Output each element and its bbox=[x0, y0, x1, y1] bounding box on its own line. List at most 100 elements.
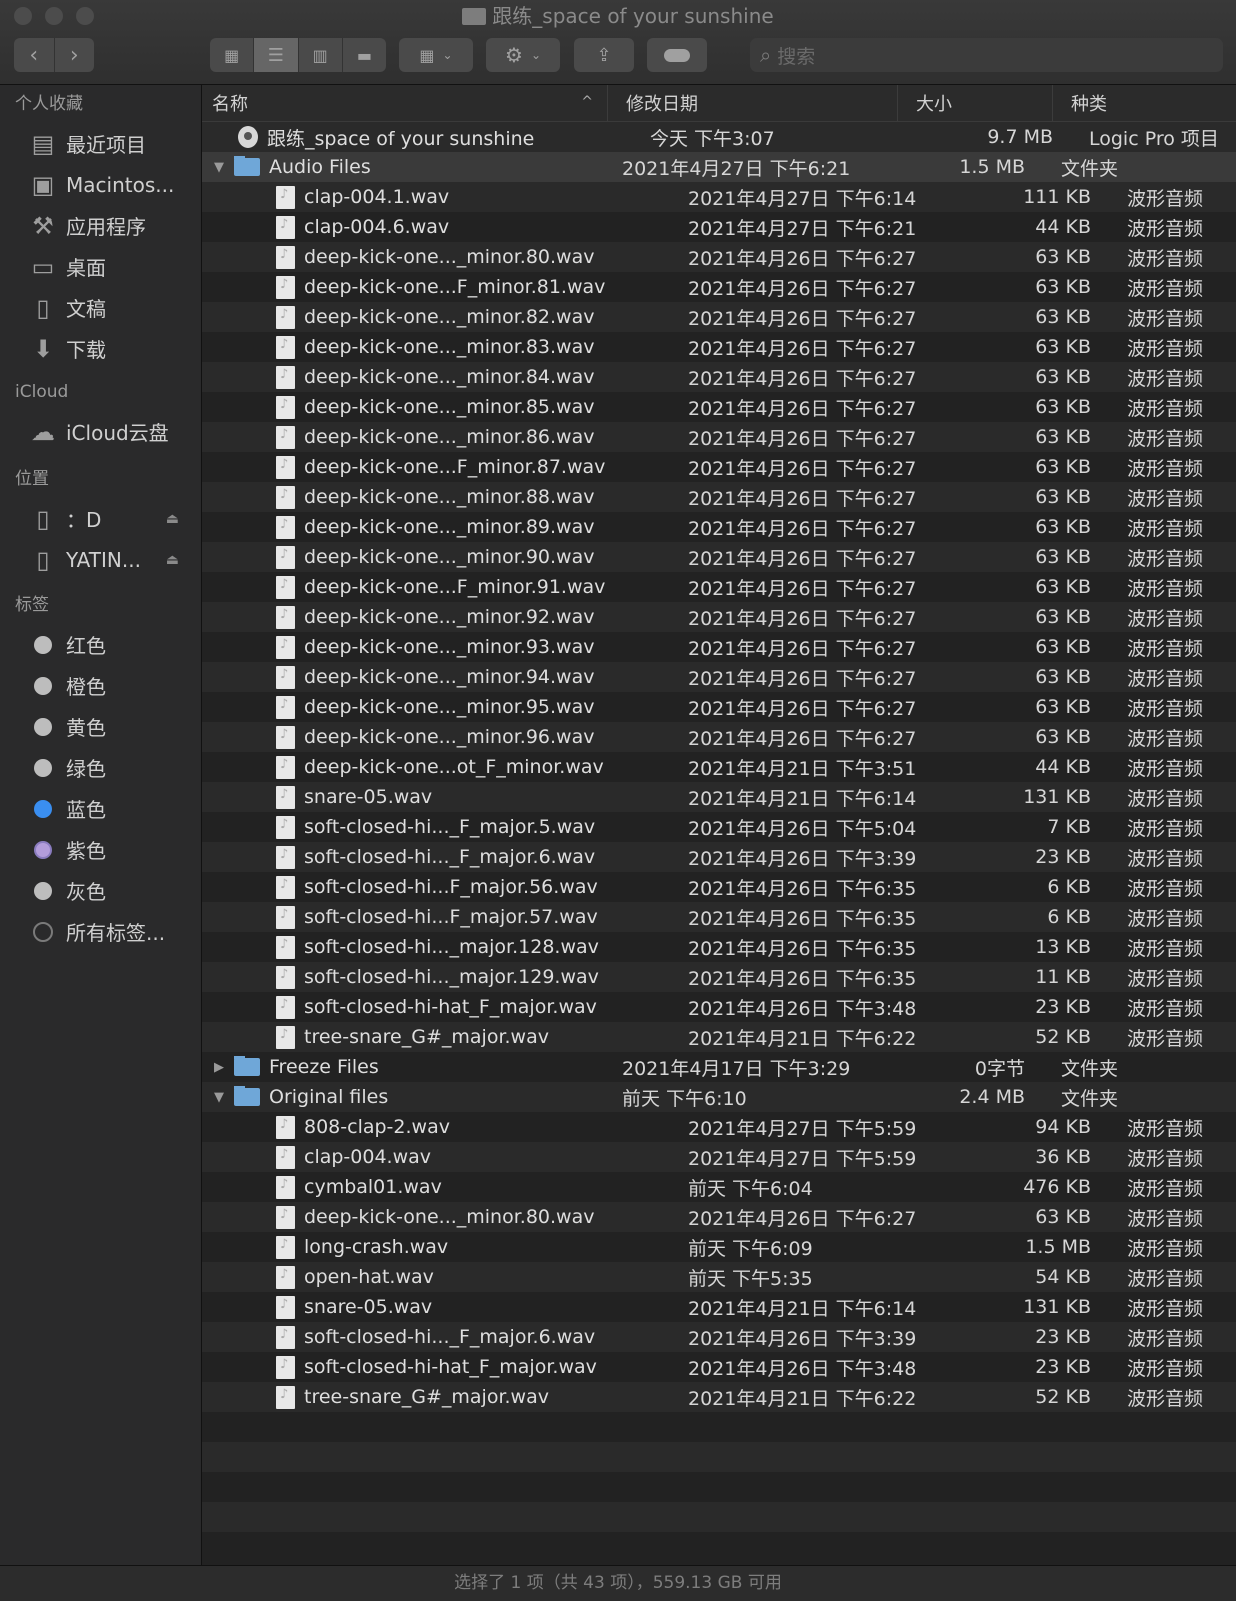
action-button[interactable]: ⚙ ⌄ bbox=[486, 38, 560, 72]
file-name-cell: deep-kick-one..._minor.86.wav bbox=[202, 425, 680, 449]
sidebar-tag-item[interactable]: 所有标签... bbox=[0, 911, 201, 952]
sidebar-tag-item[interactable]: 黄色 bbox=[0, 706, 201, 747]
file-row[interactable]: tree-snare_G#_major.wav 2021年4月21日 下午6:22… bbox=[202, 1022, 1236, 1052]
file-row[interactable]: soft-closed-hi...F_major.56.wav 2021年4月26… bbox=[202, 872, 1236, 902]
file-name: soft-closed-hi-hat_F_major.wav bbox=[304, 1356, 597, 1378]
file-date: 2021年4月26日 下午6:27 bbox=[688, 607, 917, 630]
file-row[interactable]: snare-05.wav 2021年4月21日 下午6:14 131 KB 波形音频 bbox=[202, 1292, 1236, 1322]
file-row[interactable]: ▼ Audio Files 2021年4月27日 下午6:21 1.5 MB 文件夹 bbox=[202, 152, 1236, 182]
file-name-cell: deep-kick-one..._minor.92.wav bbox=[202, 605, 680, 629]
file-row[interactable]: soft-closed-hi..._F_major.6.wav 2021年4月26… bbox=[202, 1322, 1236, 1352]
file-size: 11 KB bbox=[1035, 966, 1091, 988]
file-row[interactable]: deep-kick-one..._minor.83.wav 2021年4月26日 … bbox=[202, 332, 1236, 362]
sidebar-tag-item[interactable]: 橙色 bbox=[0, 665, 201, 706]
file-row[interactable]: soft-closed-hi..._F_major.5.wav 2021年4月26… bbox=[202, 812, 1236, 842]
sidebar-tag-item[interactable]: 蓝色 bbox=[0, 788, 201, 829]
sidebar-item[interactable]: ▯ ：D ⏏ bbox=[0, 498, 201, 539]
sidebar-tag-item[interactable]: 紫色 bbox=[0, 829, 201, 870]
file-name-cell: open-hat.wav bbox=[202, 1265, 680, 1289]
file-size: 63 KB bbox=[1035, 306, 1091, 328]
file-row[interactable]: deep-kick-one..._minor.88.wav 2021年4月26日 … bbox=[202, 482, 1236, 512]
file-row[interactable]: deep-kick-one..._minor.80.wav 2021年4月26日 … bbox=[202, 1202, 1236, 1232]
group-button[interactable]: ▦ ⌄ bbox=[399, 38, 473, 72]
columns-icon: ▥ bbox=[312, 45, 328, 65]
list-view-button[interactable]: ☰ bbox=[254, 38, 299, 72]
sidebar-tag-item[interactable]: 灰色 bbox=[0, 870, 201, 911]
share-button[interactable]: ⇪ bbox=[574, 38, 634, 72]
file-row[interactable]: deep-kick-one...F_minor.87.wav 2021年4月26日… bbox=[202, 452, 1236, 482]
file-date: 2021年4月26日 下午6:27 bbox=[688, 307, 917, 330]
sidebar-item[interactable]: ▭ 桌面 bbox=[0, 246, 201, 287]
file-kind: 波形音频 bbox=[1127, 787, 1204, 810]
file-row[interactable]: clap-004.6.wav 2021年4月27日 下午6:21 44 KB 波形音频 bbox=[202, 212, 1236, 242]
file-row[interactable]: deep-kick-one...ot_F_minor.wav 2021年4月21日… bbox=[202, 752, 1236, 782]
file-row[interactable]: cymbal01.wav 前天 下午6:04 476 KB 波形音频 bbox=[202, 1172, 1236, 1202]
column-view-button[interactable]: ▥ bbox=[299, 38, 343, 72]
column-header-date[interactable]: 修改日期 bbox=[608, 85, 898, 121]
file-row[interactable]: 808-clap-2.wav 2021年4月27日 下午5:59 94 KB 波形音频 bbox=[202, 1112, 1236, 1142]
eject-icon[interactable]: ⏏ bbox=[166, 511, 179, 527]
sidebar-item[interactable]: ▯ 文稿 bbox=[0, 287, 201, 328]
sidebar-tag-item[interactable]: 绿色 bbox=[0, 747, 201, 788]
file-row[interactable]: deep-kick-one..._minor.94.wav 2021年4月26日 … bbox=[202, 662, 1236, 692]
gallery-view-button[interactable]: ▬ bbox=[343, 38, 386, 72]
file-row[interactable]: deep-kick-one..._minor.92.wav 2021年4月26日 … bbox=[202, 602, 1236, 632]
file-row[interactable]: deep-kick-one..._minor.80.wav 2021年4月26日 … bbox=[202, 242, 1236, 272]
file-date: 2021年4月27日 下午6:14 bbox=[688, 187, 917, 210]
file-row[interactable]: deep-kick-one..._minor.95.wav 2021年4月26日 … bbox=[202, 692, 1236, 722]
file-date: 2021年4月27日 下午5:59 bbox=[688, 1117, 917, 1140]
file-row[interactable]: long-crash.wav 前天 下午6:09 1.5 MB 波形音频 bbox=[202, 1232, 1236, 1262]
file-row[interactable]: deep-kick-one..._minor.89.wav 2021年4月26日 … bbox=[202, 512, 1236, 542]
file-row[interactable]: deep-kick-one..._minor.86.wav 2021年4月26日 … bbox=[202, 422, 1236, 452]
audio-file-icon bbox=[276, 215, 295, 239]
file-row[interactable]: soft-closed-hi..._F_major.6.wav 2021年4月26… bbox=[202, 842, 1236, 872]
file-row[interactable]: deep-kick-one...F_minor.81.wav 2021年4月26日… bbox=[202, 272, 1236, 302]
column-header-name[interactable]: 名称 ^ bbox=[202, 85, 608, 121]
gallery-icon: ▬ bbox=[356, 45, 372, 65]
file-row[interactable]: soft-closed-hi-hat_F_major.wav 2021年4月26日… bbox=[202, 992, 1236, 1022]
sidebar-tag-item[interactable]: 红色 bbox=[0, 624, 201, 665]
sidebar-item[interactable]: ☁ iCloud云盘 bbox=[0, 411, 201, 452]
file-row[interactable]: deep-kick-one..._minor.82.wav 2021年4月26日 … bbox=[202, 302, 1236, 332]
file-name: deep-kick-one..._minor.95.wav bbox=[304, 696, 595, 718]
file-row[interactable]: clap-004.wav 2021年4月27日 下午5:59 36 KB 波形音频 bbox=[202, 1142, 1236, 1172]
file-row[interactable]: 跟练_space of your sunshine 今天 下午3:07 9.7 MB… bbox=[202, 122, 1236, 152]
file-row[interactable]: soft-closed-hi..._major.128.wav 2021年4月26… bbox=[202, 932, 1236, 962]
file-row[interactable]: deep-kick-one..._minor.96.wav 2021年4月26日 … bbox=[202, 722, 1236, 752]
file-kind: 波形音频 bbox=[1127, 937, 1204, 960]
file-row[interactable]: snare-05.wav 2021年4月21日 下午6:14 131 KB 波形音频 bbox=[202, 782, 1236, 812]
disclosure-collapsed-icon[interactable]: ▶ bbox=[210, 1060, 228, 1075]
file-row[interactable]: deep-kick-one..._minor.85.wav 2021年4月26日 … bbox=[202, 392, 1236, 422]
column-header-kind[interactable]: 种类 bbox=[1053, 85, 1236, 121]
file-row[interactable]: ▶ Freeze Files 2021年4月17日 下午3:29 0字节 文件夹 bbox=[202, 1052, 1236, 1082]
file-name: deep-kick-one..._minor.88.wav bbox=[304, 486, 595, 508]
file-kind: 波形音频 bbox=[1127, 1387, 1204, 1410]
eject-icon[interactable]: ⏏ bbox=[166, 552, 179, 568]
disclosure-expanded-icon[interactable]: ▼ bbox=[210, 1090, 228, 1105]
search-field[interactable]: ⌕ 搜索 bbox=[750, 38, 1223, 72]
file-row[interactable]: deep-kick-one..._minor.84.wav 2021年4月26日 … bbox=[202, 362, 1236, 392]
sidebar-item[interactable]: ▤ 最近项目 bbox=[0, 123, 201, 164]
sidebar-item[interactable]: ⬇ 下载 bbox=[0, 328, 201, 369]
icon-view-button[interactable]: ▦ bbox=[210, 38, 255, 72]
file-row[interactable]: open-hat.wav 前天 下午5:35 54 KB 波形音频 bbox=[202, 1262, 1236, 1292]
file-rows: 跟练_space of your sunshine 今天 下午3:07 9.7 MB… bbox=[202, 122, 1236, 1562]
file-row[interactable]: deep-kick-one..._minor.90.wav 2021年4月26日 … bbox=[202, 542, 1236, 572]
tags-button[interactable] bbox=[647, 38, 707, 72]
forward-button[interactable]: › bbox=[55, 38, 95, 72]
file-row[interactable]: tree-snare_G#_major.wav 2021年4月21日 下午6:22… bbox=[202, 1382, 1236, 1412]
file-row[interactable]: deep-kick-one..._minor.93.wav 2021年4月26日 … bbox=[202, 632, 1236, 662]
column-header-size[interactable]: 大小 bbox=[898, 85, 1053, 121]
file-row[interactable]: soft-closed-hi-hat_F_major.wav 2021年4月26日… bbox=[202, 1352, 1236, 1382]
disclosure-expanded-icon[interactable]: ▼ bbox=[210, 160, 228, 175]
sidebar-item[interactable]: ▣ Macintos... bbox=[0, 164, 201, 205]
file-row[interactable]: clap-004.1.wav 2021年4月27日 下午6:14 111 KB 波形音… bbox=[202, 182, 1236, 212]
back-button[interactable]: ‹ bbox=[14, 38, 55, 72]
file-row[interactable]: ▼ Original files 前天 下午6:10 2.4 MB 文件夹 bbox=[202, 1082, 1236, 1112]
file-row[interactable]: soft-closed-hi..._major.129.wav 2021年4月26… bbox=[202, 962, 1236, 992]
file-row[interactable]: deep-kick-one...F_minor.91.wav 2021年4月26日… bbox=[202, 572, 1236, 602]
file-row[interactable]: soft-closed-hi...F_major.57.wav 2021年4月26… bbox=[202, 902, 1236, 932]
sidebar-item[interactable]: ▯ YATIN... ⏏ bbox=[0, 539, 201, 580]
sidebar-item[interactable]: ⚒ 应用程序 bbox=[0, 205, 201, 246]
file-kind: 波形音频 bbox=[1127, 187, 1204, 210]
